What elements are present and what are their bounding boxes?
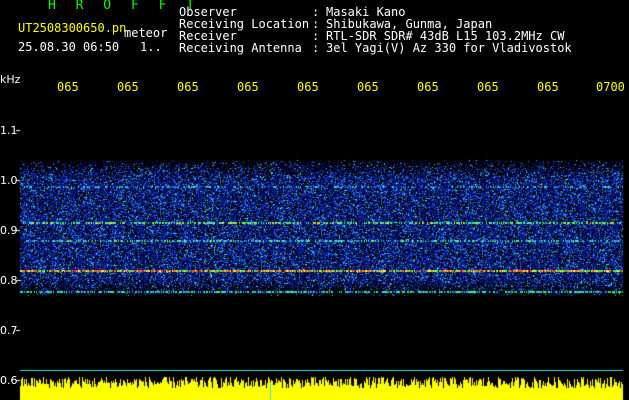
y-tick-label: 1.0 xyxy=(0,174,18,187)
spectrogram-canvas xyxy=(0,0,629,400)
app-logo: H R O F F T xyxy=(48,0,201,13)
y-tick-label: 0.6 xyxy=(0,374,18,387)
page-indicator: 1.. xyxy=(140,40,162,54)
y-tick-label: 0.7 xyxy=(0,324,18,337)
filename-label: UT2508300650.pn xyxy=(18,21,127,35)
datetime-label: 25.08.30 06:50 xyxy=(18,40,120,54)
time-tick-label: 065 xyxy=(357,80,379,94)
time-tick-label: 065 xyxy=(57,80,79,94)
time-tick-label: 065 xyxy=(477,80,499,94)
info-value-antenna: 3el Yagi(V) Az 330 for Vladivostok xyxy=(326,41,572,55)
y-tick-label: 0.9 xyxy=(0,224,18,237)
y-tick-label: 0.8 xyxy=(0,274,18,287)
info-label-antenna: Receiving Antenna xyxy=(179,41,302,55)
meteor-tag: meteor xyxy=(124,26,168,40)
time-tick-label: 065 xyxy=(417,80,439,94)
y-tick-label: 1.1 xyxy=(0,124,18,137)
time-tick-label: 065 xyxy=(177,80,199,94)
time-tick-label: 065 xyxy=(117,80,139,94)
time-tick-label: 0700 xyxy=(596,80,625,94)
time-tick-label: 065 xyxy=(537,80,559,94)
axis-unit-label: kHz xyxy=(0,73,21,86)
info-colon: : xyxy=(312,41,320,55)
time-tick-label: 065 xyxy=(297,80,319,94)
time-tick-label: 065 xyxy=(237,80,259,94)
